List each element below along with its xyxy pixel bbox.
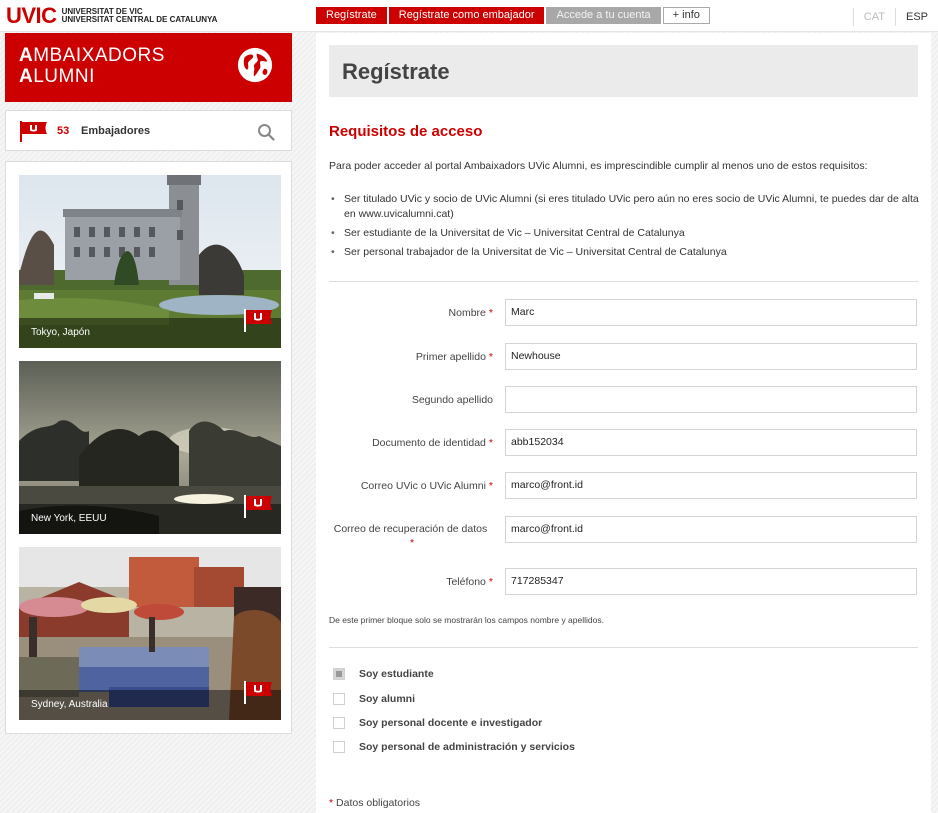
ambassadors-header[interactable]: AMBAIXADORS ALUMNI: [5, 33, 292, 102]
title-initial-2: A: [19, 66, 34, 87]
logo-mark: UVIC: [6, 3, 57, 28]
telefono-label: Teléfono *: [446, 576, 493, 588]
language-switcher: CAT ESP: [843, 8, 928, 26]
checkbox-label: Soy personal docente e investigador: [359, 717, 543, 729]
card-caption: Tokyo, Japón: [31, 327, 90, 338]
ambassador-card[interactable]: Tokyo, Japón: [19, 175, 281, 348]
register-ambassador-button[interactable]: Regístrate como embajador: [388, 7, 545, 24]
checkbox[interactable]: [333, 693, 345, 705]
mandatory-note: * Datos obligatorios: [329, 797, 421, 809]
checkbox[interactable]: [333, 717, 345, 729]
ambassadors-title: AMBAIXADORS ALUMNI: [19, 45, 165, 87]
divider: [329, 647, 918, 648]
correo-input[interactable]: marco@front.id: [505, 472, 917, 499]
globe-icon: [237, 47, 273, 83]
checkbox-label: Soy alumni: [359, 693, 416, 705]
form-row-telefono: Teléfono * 717285347: [329, 568, 918, 596]
recuperacion-label: Correo de recuperación de datos *: [333, 523, 488, 549]
checkbox[interactable]: [333, 668, 345, 680]
title-rest-2: LUMNI: [33, 66, 95, 87]
form-row-primer-apellido: Primer apellido * Newhouse: [329, 343, 918, 371]
checkbox-estudiante[interactable]: Soy estudiante: [333, 666, 434, 682]
title-rest-1: MBAIXADORS: [33, 45, 165, 66]
checkbox-alumni[interactable]: Soy alumni: [333, 691, 415, 707]
recuperacion-input[interactable]: marco@front.id: [505, 516, 917, 543]
segundo-apellido-input[interactable]: [505, 386, 917, 413]
logo-line-2: UNIVERSITAT CENTRAL DE CATALUNYA: [61, 15, 218, 24]
checkbox-label: Soy estudiante: [359, 668, 434, 680]
segundo-apellido-label: Segundo apellido: [411, 394, 493, 406]
form-row-segundo-apellido: Segundo apellido: [329, 386, 918, 414]
correo-label: Correo UVic o UVic Alumni *: [360, 480, 493, 492]
logo-text: UNIVERSITAT DE VIC UNIVERSITAT CENTRAL D…: [62, 8, 218, 24]
checkbox-label: Soy personal de administración y servici…: [359, 741, 575, 753]
top-navigation: Regístrate Regístrate como embajador Acc…: [316, 7, 710, 24]
card-caption: Sydney, Australia: [31, 699, 108, 710]
requirements-title: Requisitos de acceso: [329, 123, 483, 140]
card-caption: New York, EEUU: [31, 513, 107, 524]
ambassador-gallery: Tokyo, Japón New York, EEUU Sydney, Aust…: [5, 161, 292, 734]
requirement-item: Ser estudiante de la Universitat de Vic …: [329, 226, 919, 241]
requirement-item: Ser titulado UVic y socio de UVic Alumni…: [329, 192, 919, 222]
title-initial-1: A: [19, 45, 34, 66]
requirement-item: Ser personal trabajador de la Universita…: [329, 245, 919, 260]
info-button[interactable]: + info: [662, 7, 710, 24]
divider: [329, 281, 918, 282]
flag-icon: [244, 309, 272, 332]
ambassador-count-label: Embajadores: [81, 125, 151, 137]
documento-input[interactable]: abb152034: [505, 429, 917, 456]
requirements-list: Ser titulado UVic y socio de UVic Alumni…: [329, 192, 919, 264]
primer-apellido-input[interactable]: Newhouse: [505, 343, 917, 370]
page-title: Regístrate: [342, 59, 450, 84]
nombre-input[interactable]: Marc: [505, 299, 917, 326]
documento-label: Documento de identidad *: [372, 437, 493, 449]
flag-icon: [244, 495, 272, 518]
checkbox[interactable]: [333, 741, 345, 753]
lang-divider: [894, 8, 896, 26]
ambassador-card[interactable]: Sydney, Australia: [19, 547, 281, 720]
telefono-input[interactable]: 717285347: [505, 568, 917, 595]
form-row-correo: Correo UVic o UVic Alumni * marco@front.i…: [329, 472, 918, 500]
form-note: De este primer bloque solo se mostrarán …: [329, 615, 604, 625]
main-content: Regístrate Requisitos de acceso Para pod…: [316, 33, 931, 813]
form-row-recuperacion: Correo de recuperación de datos * marco@f…: [329, 516, 918, 550]
login-button[interactable]: Accede a tu cuenta: [546, 7, 661, 24]
ambassador-count: 53: [57, 125, 70, 137]
search-icon[interactable]: [257, 123, 275, 141]
nombre-label: Nombre *: [448, 307, 493, 319]
page-title-box: Regístrate: [329, 45, 918, 97]
lang-esp-link[interactable]: ESP: [906, 11, 928, 23]
form-row-documento: Documento de identidad * abb152034: [329, 429, 918, 457]
form-row-nombre: Nombre * Marc: [329, 299, 918, 327]
top-bar: UVIC UNIVERSITAT DE VIC UNIVERSITAT CENT…: [0, 0, 938, 32]
ambassador-card[interactable]: New York, EEUU: [19, 361, 281, 534]
checkbox-pas[interactable]: Soy personal de administración y servici…: [333, 739, 575, 755]
lang-divider: [852, 8, 854, 26]
ambassador-count-box: 53 Embajadores: [5, 110, 292, 151]
primer-apellido-label: Primer apellido *: [415, 351, 493, 363]
flag-icon: [244, 681, 272, 704]
uvic-logo[interactable]: UVIC UNIVERSITAT DE VIC UNIVERSITAT CENT…: [6, 3, 218, 28]
lang-cat-link[interactable]: CAT: [864, 11, 885, 23]
requirements-intro: Para poder acceder al portal Ambaixadors…: [329, 160, 868, 172]
flag-icon: [20, 121, 47, 142]
checkbox-pdi[interactable]: Soy personal docente e investigador: [333, 715, 542, 731]
register-button[interactable]: Regístrate: [316, 7, 387, 24]
